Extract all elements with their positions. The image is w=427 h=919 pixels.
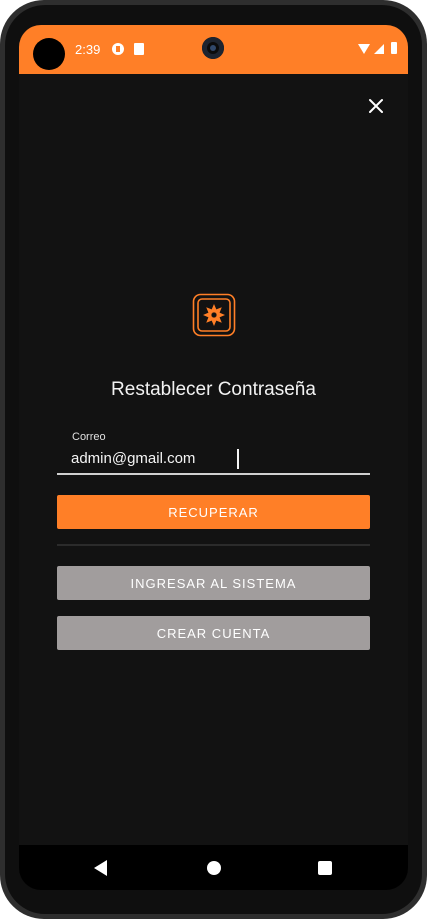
- device-frame: 2:39 Restablecer Contraseña Correo admin…: [0, 0, 427, 919]
- page-title: Restablecer Contraseña: [111, 379, 316, 400]
- navigation-bar: [19, 845, 408, 890]
- battery-icon: [391, 42, 397, 54]
- text-caret: [237, 449, 239, 469]
- home-icon[interactable]: [207, 861, 221, 875]
- create-account-button[interactable]: CREAR CUENTA: [57, 616, 370, 650]
- login-button[interactable]: INGRESAR AL SISTEMA: [57, 566, 370, 600]
- close-icon: [369, 99, 383, 113]
- divider: [57, 544, 370, 546]
- recover-button[interactable]: RECUPERAR: [57, 495, 370, 529]
- notification-app-icon: [112, 43, 124, 55]
- email-field[interactable]: Correo: [57, 430, 370, 475]
- cell-signal-icon: [374, 44, 384, 54]
- wifi-icon: [358, 44, 370, 54]
- camera-cutout: [33, 38, 65, 70]
- back-icon[interactable]: [94, 860, 107, 876]
- recents-icon[interactable]: [318, 861, 332, 875]
- app-logo-icon: [192, 293, 236, 337]
- app-screen: 2:39 Restablecer Contraseña Correo admin…: [19, 25, 408, 890]
- status-bar: 2:39: [19, 25, 408, 74]
- email-input[interactable]: [71, 447, 361, 469]
- close-button[interactable]: [364, 94, 388, 118]
- front-camera-icon: [202, 37, 224, 59]
- sim-card-icon: [134, 43, 144, 55]
- status-time: 2:39: [75, 42, 101, 57]
- email-field-label: Correo: [72, 431, 106, 443]
